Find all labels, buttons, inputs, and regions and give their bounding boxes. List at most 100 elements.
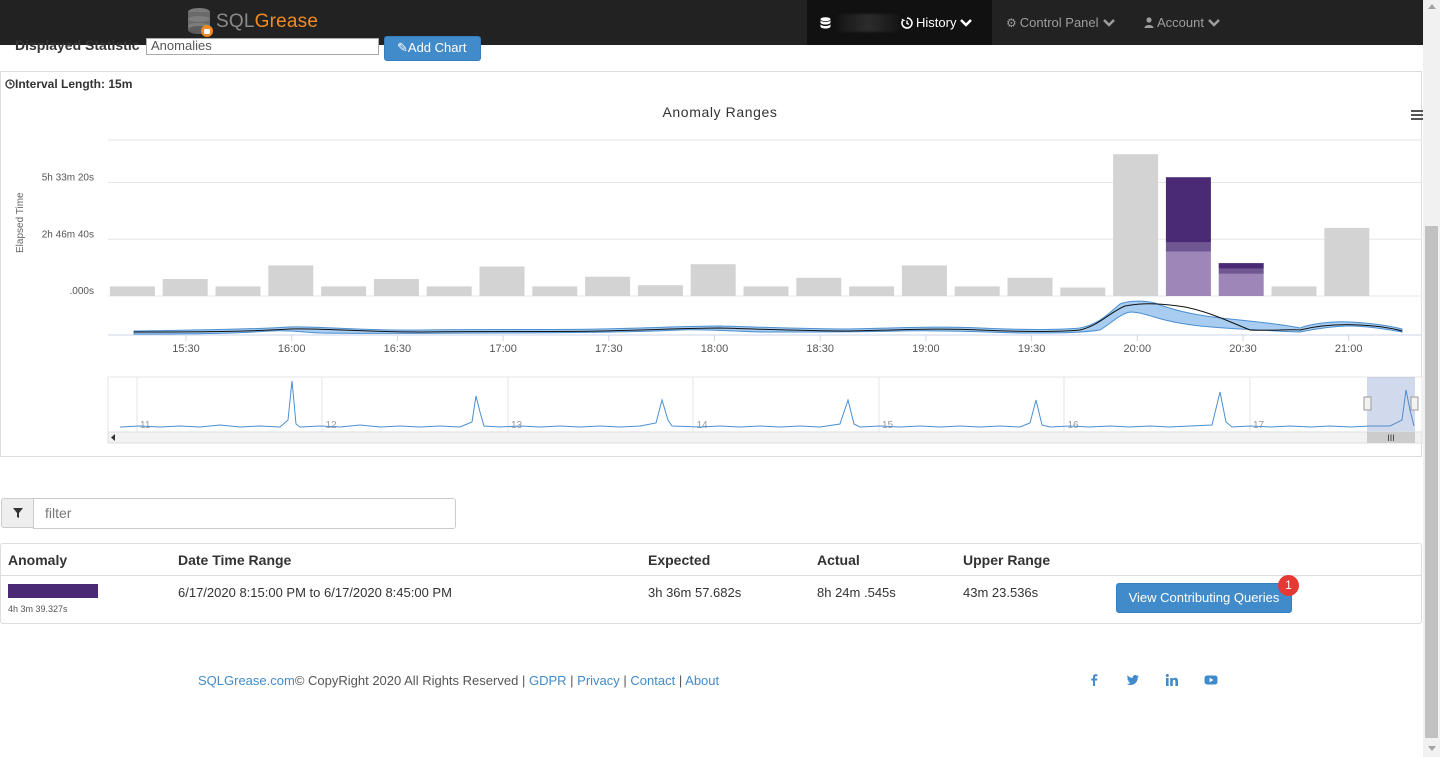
navigator-label: 15	[882, 420, 894, 431]
footer-contact-link[interactable]: Contact	[630, 673, 675, 688]
bar[interactable]	[1060, 287, 1106, 297]
bar[interactable]	[321, 286, 367, 296]
chevron-down-icon	[1102, 18, 1115, 27]
bar[interactable]	[532, 286, 578, 296]
linkedin-icon[interactable]	[1165, 673, 1179, 687]
database-name-redacted	[837, 14, 899, 32]
view-contributing-queries-button[interactable]: View Contributing Queries	[1116, 583, 1292, 613]
scroll-down-arrow-icon[interactable]	[1428, 746, 1436, 751]
x-tick-label: 20:30	[1229, 343, 1257, 355]
user-icon	[1144, 17, 1154, 28]
twitter-icon[interactable]	[1126, 673, 1140, 687]
navigator-right-handle[interactable]	[1410, 396, 1419, 411]
navigator-label: 13	[511, 420, 523, 431]
page-scrollbar-thumb[interactable]	[1425, 226, 1438, 738]
bar[interactable]	[1218, 263, 1264, 269]
footer-site-link[interactable]: SQLGrease.com	[198, 673, 295, 688]
x-tick-label: 20:00	[1124, 343, 1152, 355]
nav-history[interactable]: History	[901, 15, 973, 30]
clock-icon	[5, 79, 15, 89]
x-tick-label: 17:30	[595, 343, 623, 355]
facebook-icon[interactable]	[1087, 673, 1101, 687]
bar[interactable]	[109, 286, 155, 296]
footer-gdpr-link[interactable]: GDPR	[529, 673, 567, 688]
footer-copyright: © CopyRight 2020 All Rights Reserved	[294, 673, 519, 688]
bar[interactable]	[1271, 286, 1317, 296]
footer-about-link[interactable]: About	[685, 673, 719, 688]
interval-label: Interval Length:	[15, 77, 106, 91]
scroll-up-arrow-icon[interactable]	[1428, 4, 1436, 9]
navigator-label: 17	[1253, 420, 1265, 431]
chevron-down-icon	[1208, 18, 1220, 27]
column-header-anomaly[interactable]: Anomaly	[8, 552, 67, 568]
chart-menu-icon[interactable]	[1411, 110, 1423, 120]
bar[interactable]	[1324, 227, 1370, 296]
bar[interactable]	[1113, 154, 1159, 296]
nav-control-panel-label: Control Panel	[1019, 15, 1099, 30]
bar[interactable]	[637, 285, 683, 296]
x-tick-label: 15:30	[172, 343, 200, 355]
bar[interactable]	[215, 286, 261, 296]
bar[interactable]	[162, 279, 208, 296]
footer: SQLGrease.com© CopyRight 2020 All Rights…	[198, 673, 719, 688]
database-selector[interactable]	[820, 14, 899, 32]
x-tick-label: 21:00	[1335, 343, 1363, 355]
column-header-date-range[interactable]: Date Time Range	[178, 552, 291, 568]
x-tick-label: 19:30	[1018, 343, 1046, 355]
footer-separator: |	[570, 673, 574, 688]
bar[interactable]	[268, 265, 314, 296]
bar[interactable]	[1007, 277, 1053, 296]
column-header-actual[interactable]: Actual	[817, 552, 860, 568]
x-tick-label: 16:00	[278, 343, 306, 355]
edit-icon: ✎	[397, 40, 408, 55]
add-chart-button[interactable]: ✎Add Chart	[384, 36, 481, 61]
bar[interactable]	[796, 277, 842, 296]
bar[interactable]	[1165, 177, 1211, 243]
bar[interactable]	[426, 286, 472, 296]
filter-input[interactable]: filter	[33, 498, 456, 529]
history-icon	[901, 16, 913, 29]
footer-separator: |	[521, 673, 526, 688]
anomaly-ranges-chart[interactable]: Anomaly Ranges Elapsed Time .000s 2h 46m …	[0, 90, 1423, 450]
interval-value: 15m	[108, 77, 133, 91]
column-header-expected[interactable]: Expected	[648, 552, 710, 568]
bar[interactable]	[954, 286, 1000, 296]
footer-privacy-link[interactable]: Privacy	[577, 673, 620, 688]
youtube-icon[interactable]	[1204, 673, 1218, 687]
bar[interactable]	[901, 265, 947, 296]
y-axis-ticks: .000s 2h 46m 40s 5h 33m 20s	[42, 173, 94, 297]
bar[interactable]	[1218, 273, 1264, 296]
brand-logo[interactable]: SQLGrease	[186, 6, 318, 38]
navigator-selected-range[interactable]	[1367, 377, 1415, 432]
filter-icon	[12, 508, 23, 518]
displayed-statistic-label: Displayed Statistic	[15, 37, 140, 53]
table-header-divider	[1, 575, 1421, 576]
x-tick-label: 17:00	[489, 343, 517, 355]
brand-sql-text: SQL	[216, 11, 255, 32]
add-chart-label: Add Chart	[407, 40, 467, 55]
y-axis-label: Elapsed Time	[15, 192, 26, 253]
x-tick-label: 16:30	[384, 343, 412, 355]
chart-navigator[interactable]: 11 12 13 14 15 16 17 III	[107, 376, 1423, 444]
bar[interactable]	[743, 286, 789, 296]
bar[interactable]	[479, 266, 525, 297]
bar[interactable]	[373, 279, 419, 296]
footer-separator: |	[678, 673, 683, 688]
nav-control-panel[interactable]: ⚙ Control Panel	[1006, 15, 1115, 30]
bar[interactable]	[1218, 268, 1264, 274]
filter-addon[interactable]	[1, 498, 34, 528]
bar[interactable]	[1165, 251, 1211, 296]
bar[interactable]	[690, 264, 736, 296]
nav-account[interactable]: Account	[1144, 15, 1220, 30]
navigator-scrollbar-track[interactable]	[107, 431, 1423, 444]
navigator-left-handle[interactable]	[1363, 396, 1372, 411]
y-tick-label: .000s	[70, 286, 94, 297]
bar[interactable]	[585, 276, 631, 296]
query-count-badge: 1	[1278, 575, 1299, 596]
interval-length: Interval Length: 15m	[5, 77, 132, 91]
displayed-statistic-select[interactable]: Anomalies	[146, 38, 379, 55]
bar[interactable]	[849, 286, 895, 296]
bar[interactable]	[1165, 242, 1211, 252]
row-actual: 8h 24m .545s	[817, 585, 896, 600]
column-header-upper-range[interactable]: Upper Range	[963, 552, 1050, 568]
